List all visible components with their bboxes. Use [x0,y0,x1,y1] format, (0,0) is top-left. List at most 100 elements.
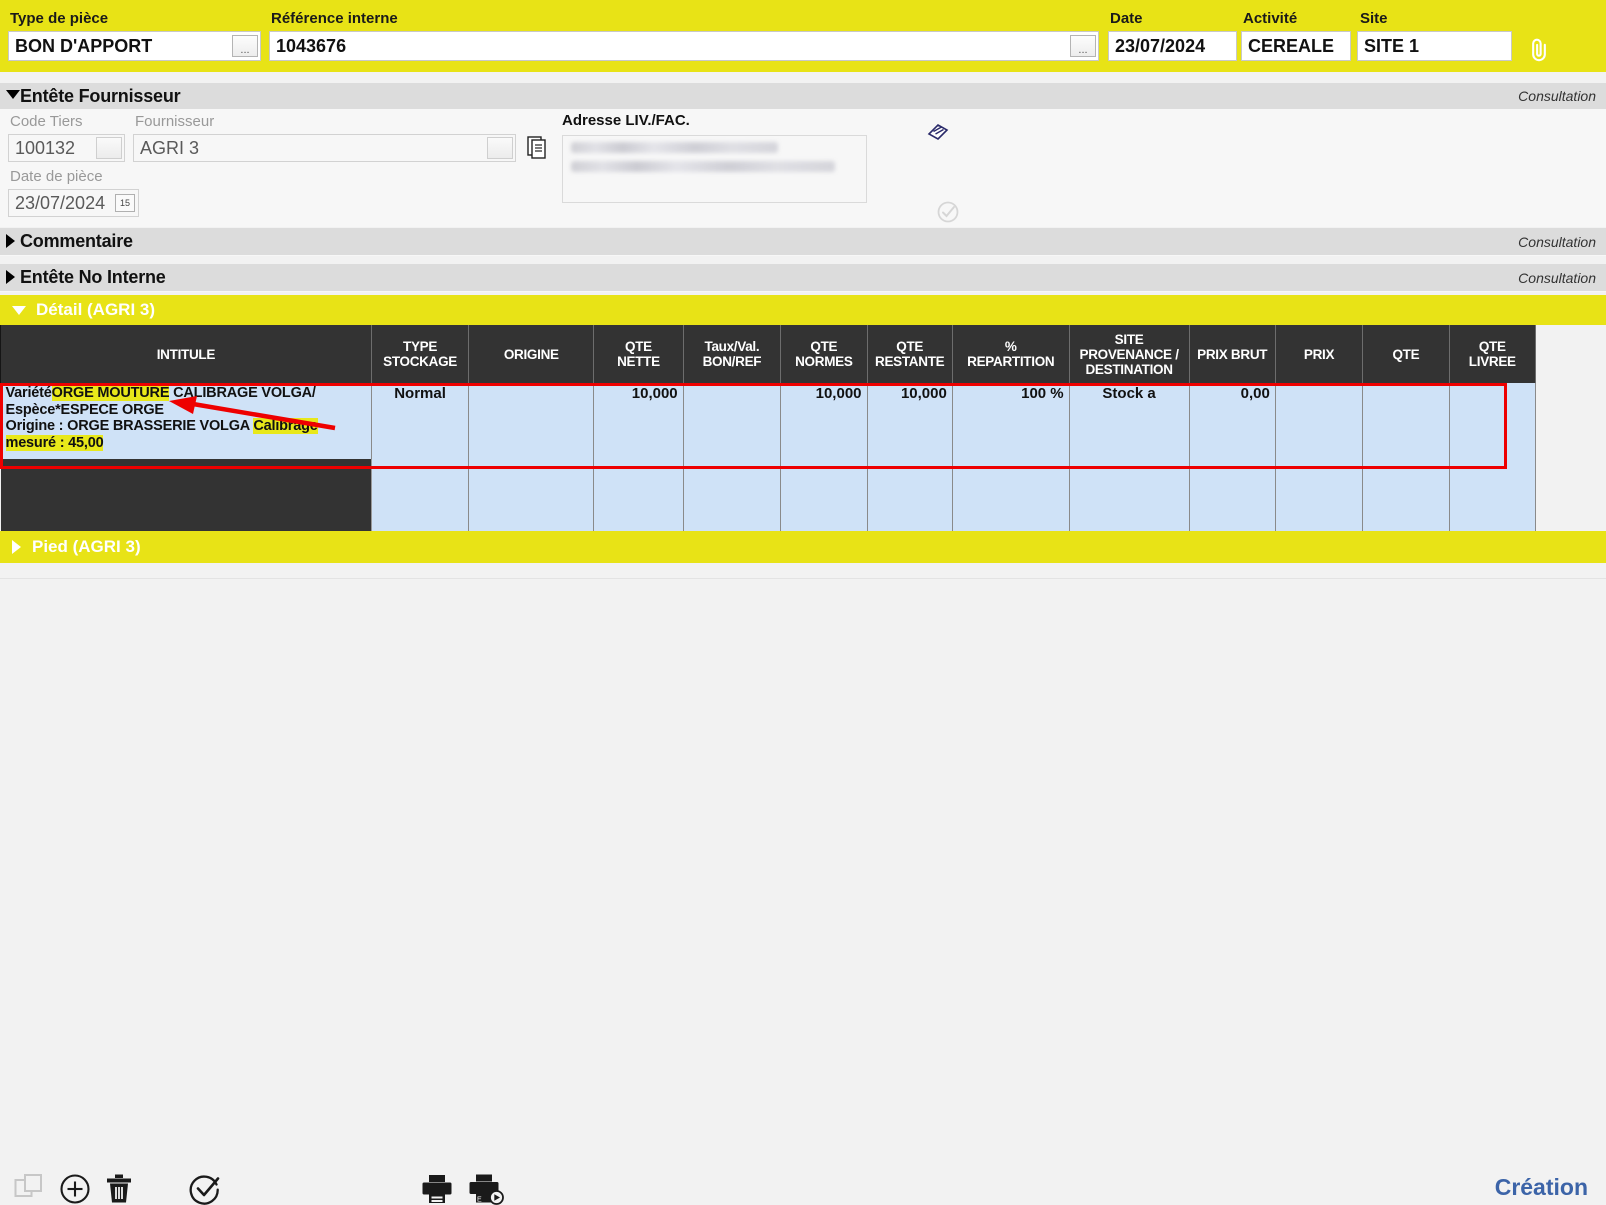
col-header-qte-restante[interactable]: QTERESTANTE [867,325,952,383]
section-title: Commentaire [20,231,133,252]
type-piece-field[interactable]: BON D'APPORT ... [8,31,261,61]
col-label: PRIX [1304,347,1334,362]
plain-text: Espèce*ESPECE ORGE [6,402,164,418]
cell-qte[interactable] [1363,383,1449,459]
activite-label: Activité [1243,10,1297,27]
reference-interne-ellipsis-button[interactable]: ... [1070,35,1096,57]
duplicate-icon[interactable] [14,1173,44,1203]
section-header-detail[interactable]: Détail (AGRI 3) [0,295,1606,325]
code-tiers-field[interactable]: 100132 [8,134,125,162]
cell-qte[interactable] [1363,459,1449,535]
validate-icon[interactable] [189,1173,221,1205]
reference-interne-field[interactable]: 1043676 ... [269,31,1099,61]
chevron-right-icon[interactable] [6,270,15,284]
reference-interne-label: Référence interne [271,10,398,27]
calendar-icon[interactable]: 15 [115,194,135,212]
site-value: SITE 1 [1364,36,1419,57]
section-header-pied[interactable]: Pied (AGRI 3) [0,531,1606,563]
check-circle-icon[interactable] [936,200,960,224]
print-preview-icon[interactable]: E [468,1173,506,1205]
status-badge: Consultation [1518,234,1596,250]
section-title: Entête No Interne [20,267,166,288]
cell-intitule[interactable] [1,459,372,535]
col-header-site-provenance[interactable]: SITEPROVENANCE /DESTINATION [1069,325,1189,383]
cell-prix-brut[interactable] [1189,459,1275,535]
section-header-commentaire[interactable]: Commentaire Consultation [0,228,1606,256]
col-header-qte[interactable]: QTE [1363,325,1449,383]
cell-qte-livree[interactable] [1449,459,1535,535]
cell-pct-repartition[interactable]: 100 % [952,383,1069,459]
reference-interne-value: 1043676 [276,36,346,57]
col-label: INTITULE [157,347,215,362]
col-header-prix-brut[interactable]: PRIX BRUT [1189,325,1275,383]
copy-documents-icon[interactable] [527,135,551,161]
status-label: Création [1495,1174,1588,1201]
cell-origine[interactable] [469,459,594,535]
date-label: Date [1110,10,1143,27]
cell-taux-val[interactable] [683,459,781,535]
cell-type-stockage[interactable]: Normal [371,383,469,459]
plain-text: Variété [6,385,52,401]
section-header-entete-fournisseur[interactable]: Entête Fournisseur Consultation [0,83,1606,110]
cell-qte-nette[interactable]: 10,000 [594,383,683,459]
chevron-down-icon[interactable] [6,90,20,99]
cell-qte-normes[interactable] [781,459,867,535]
col-header-type-stockage[interactable]: TYPESTOCKAGE [371,325,469,383]
col-label: ORIGINE [504,347,559,362]
annotation-red-arrow-icon [163,395,338,431]
adresse-line-redacted [571,161,835,172]
date-field[interactable]: 23/07/2024 [1108,31,1237,61]
date-piece-field[interactable]: 23/07/2024 15 [8,189,139,217]
cell-type-stockage[interactable] [371,459,469,535]
add-icon[interactable] [59,1173,91,1205]
cell-qte-restante[interactable]: 10,000 [867,383,952,459]
activite-field[interactable]: CEREALE [1241,31,1351,61]
section-header-entete-no-interne[interactable]: Entête No Interne Consultation [0,264,1606,292]
fournisseur-ellipsis-button[interactable] [487,137,513,159]
col-header-intitule[interactable]: INTITULE [1,325,372,383]
chevron-right-icon[interactable] [12,540,21,554]
type-piece-ellipsis-button[interactable]: ... [232,35,258,57]
cell-site-provenance[interactable]: Stock a [1069,383,1189,459]
chevron-right-icon[interactable] [6,234,15,248]
cell-taux-val[interactable] [683,383,781,459]
col-header-pct-repartition[interactable]: %REPARTITION [952,325,1069,383]
adresse-field[interactable] [562,135,867,203]
cell-prix-brut[interactable]: 0,00 [1189,383,1275,459]
cell-qte-livree[interactable] [1449,383,1535,459]
address-book-icon[interactable] [926,120,950,142]
fournisseur-field[interactable]: AGRI 3 [133,134,516,162]
col-header-qte-livree[interactable]: QTELIVREE [1449,325,1535,383]
date-value: 23/07/2024 [1115,36,1205,57]
fournisseur-label: Fournisseur [135,113,214,130]
site-field[interactable]: SITE 1 [1357,31,1512,61]
cell-prix[interactable] [1275,383,1362,459]
status-badge: Consultation [1518,88,1596,104]
cell-qte-restante[interactable] [867,459,952,535]
date-piece-value: 23/07/2024 [15,193,105,214]
paperclip-icon[interactable] [1525,36,1553,64]
adresse-label: Adresse LIV./FAC. [562,112,690,129]
cell-prix[interactable] [1275,459,1362,535]
col-header-qte-normes[interactable]: QTENORMES [781,325,867,383]
delete-icon[interactable] [105,1173,133,1205]
code-tiers-ellipsis-button[interactable] [96,137,122,159]
col-header-prix[interactable]: PRIX [1275,325,1362,383]
table-header-row: INTITULE TYPESTOCKAGE ORIGINE QTENETTE T… [1,325,1536,383]
col-header-qte-nette[interactable]: QTENETTE [594,325,683,383]
type-piece-label: Type de pièce [10,10,108,27]
print-icon[interactable] [420,1173,454,1205]
cell-qte-nette[interactable] [594,459,683,535]
date-piece-label: Date de pièce [10,168,103,185]
cell-qte-normes[interactable]: 10,000 [781,383,867,459]
col-header-taux-val[interactable]: Taux/Val.BON/REF [683,325,781,383]
pied-title: Pied (AGRI 3) [32,537,141,557]
cell-origine[interactable] [469,383,594,459]
site-label: Site [1360,10,1388,27]
cell-pct-repartition[interactable] [952,459,1069,535]
chevron-down-icon[interactable] [12,306,26,315]
cell-site-provenance[interactable] [1069,459,1189,535]
table-row-selected[interactable] [1,459,1536,535]
activite-value: CEREALE [1248,36,1334,57]
col-header-origine[interactable]: ORIGINE [469,325,594,383]
